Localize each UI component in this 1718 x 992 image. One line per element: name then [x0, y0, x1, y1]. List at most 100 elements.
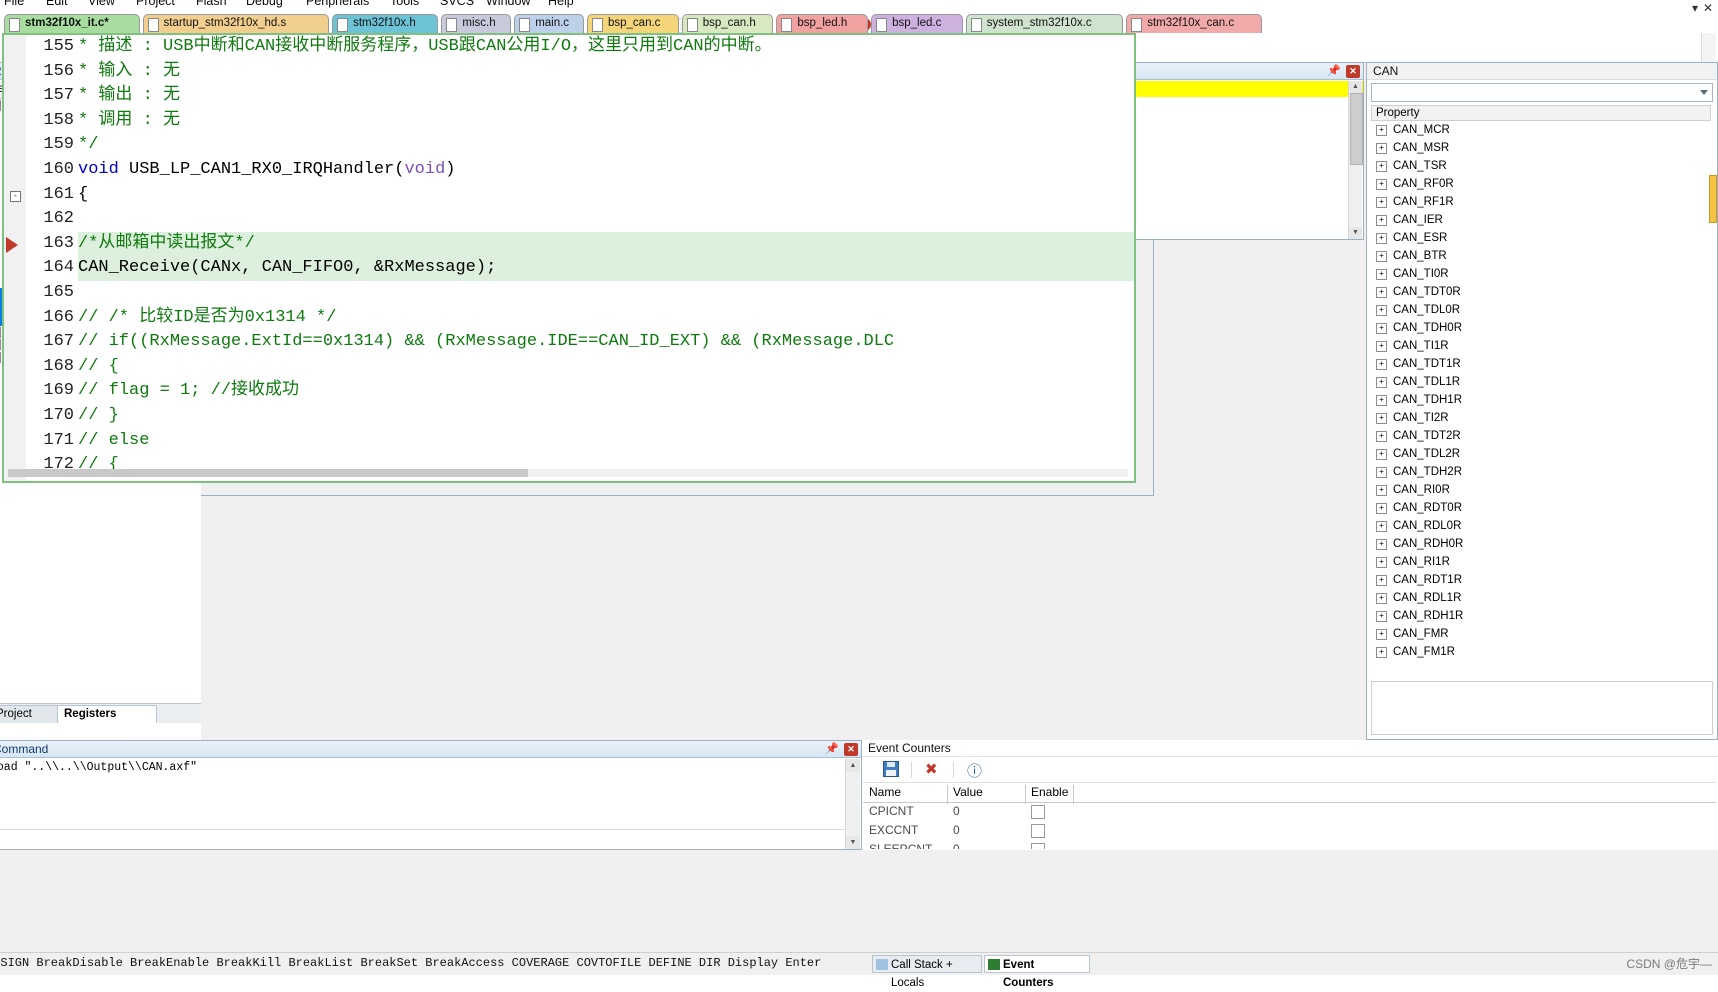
can-property-row[interactable]: + CAN_TDH1R — [1371, 391, 1711, 409]
editor-code-line[interactable]: void USB_LP_CAN1_RX0_IRQHandler(void) — [78, 158, 1134, 183]
can-property-row[interactable]: + CAN_TSR — [1371, 157, 1711, 175]
tree-expander-icon[interactable]: + — [1376, 395, 1387, 406]
scroll-up-icon[interactable]: ▲ — [846, 759, 860, 772]
editor-tab[interactable]: bsp_led.h — [776, 14, 869, 33]
editor-code-line[interactable]: * 描述 : USB中断和CAN接收中断服务程序，USB跟CAN公用I/O，这里… — [78, 35, 1134, 60]
can-property-row[interactable]: + CAN_TI1R — [1371, 337, 1711, 355]
can-property-row[interactable]: + CAN_TDL2R — [1371, 445, 1711, 463]
tree-expander-icon[interactable]: + — [1376, 287, 1387, 298]
tree-expander-icon[interactable]: + — [1376, 467, 1387, 478]
event-counters-rows[interactable]: CPICNT0EXCCNT0SLEEPCNT0LSUCNT0 — [863, 802, 1716, 849]
can-property-row[interactable]: + CAN_TI2R — [1371, 409, 1711, 427]
tree-expander-icon[interactable]: + — [1376, 611, 1387, 622]
tree-expander-icon[interactable]: + — [1376, 557, 1387, 568]
scroll-thumb[interactable] — [8, 469, 528, 477]
event-counter-row[interactable]: CPICNT 0 — [863, 802, 1716, 821]
tree-expander-icon[interactable]: + — [1376, 593, 1387, 604]
can-property-row[interactable]: + CAN_BTR — [1371, 247, 1711, 265]
event-counter-enable-checkbox[interactable] — [1031, 824, 1045, 838]
scroll-thumb[interactable] — [1350, 93, 1363, 165]
tree-expander-icon[interactable]: - — [0, 100, 1, 111]
editor-code-line[interactable]: // { — [78, 355, 1134, 380]
can-property-row[interactable]: + CAN_TI0R — [1371, 265, 1711, 283]
can-property-row[interactable]: + CAN_TDL1R — [1371, 373, 1711, 391]
close-icon[interactable]: ✕ — [1346, 65, 1360, 78]
can-property-row[interactable]: + CAN_RDL1R — [1371, 589, 1711, 607]
tree-expander-icon[interactable]: + — [1376, 449, 1387, 460]
tree-expander-icon[interactable]: + — [1376, 359, 1387, 370]
can-property-row[interactable]: + CAN_FM1R — [1371, 643, 1711, 661]
close-icon[interactable]: ✕ — [844, 743, 858, 756]
can-property-row[interactable]: + CAN_FMR — [1371, 625, 1711, 643]
editor-code-line[interactable]: // else — [78, 429, 1134, 454]
code-fold-icon[interactable]: - — [10, 190, 21, 202]
editor-tab[interactable]: bsp_can.c — [587, 14, 679, 33]
tree-expander-icon[interactable]: - — [0, 326, 1, 338]
menu-item-debug[interactable]: Debug — [246, 0, 283, 8]
editor-code-line[interactable]: * 输入 : 无 — [78, 60, 1134, 85]
tree-expander-icon[interactable]: + — [1376, 251, 1387, 262]
event-counter-enable-checkbox[interactable] — [1031, 843, 1045, 849]
editor-code-line[interactable]: // } — [78, 404, 1134, 429]
editor-tab[interactable]: bsp_can.h — [681, 14, 774, 33]
event-counter-enable-checkbox[interactable] — [1031, 805, 1045, 819]
tree-expander-icon[interactable]: - — [0, 351, 1, 363]
menu-item-help[interactable]: Help — [548, 0, 574, 8]
can-property-row[interactable]: + CAN_RDL0R — [1371, 517, 1711, 535]
tree-expander-icon[interactable]: + — [1376, 323, 1387, 334]
command-scrollbar[interactable]: ▲ ▼ — [845, 759, 860, 849]
editor-tab[interactable]: startup_stm32f10x_hd.s — [142, 14, 330, 33]
close-icon[interactable]: ✕ — [1703, 1, 1713, 15]
can-property-row[interactable]: + CAN_RDH1R — [1371, 607, 1711, 625]
event-counter-row[interactable]: EXCCNT 0 — [863, 821, 1716, 840]
can-property-row[interactable]: + CAN_RI0R — [1371, 481, 1711, 499]
tree-expander-icon[interactable]: + — [1376, 647, 1387, 658]
tree-expander-icon[interactable]: - — [0, 339, 1, 351]
chevron-down-icon[interactable]: ▾ — [1692, 1, 1698, 15]
can-property-row[interactable]: + CAN_RDT0R — [1371, 499, 1711, 517]
clear-icon[interactable]: ✖ — [925, 760, 938, 778]
editor-code-line[interactable]: /*从邮箱中读出报文*/ — [78, 231, 1134, 257]
can-property-row[interactable]: + CAN_MCR — [1371, 121, 1711, 139]
breakpoint-arrow-icon[interactable] — [6, 236, 18, 253]
menu-item-peripherals[interactable]: Peripherals — [306, 0, 369, 8]
scroll-down-icon[interactable]: ▼ — [846, 836, 860, 849]
menu-item-tools[interactable]: Tools — [390, 0, 419, 8]
tree-expander-icon[interactable]: + — [1376, 233, 1387, 244]
vertical-tab-handle[interactable] — [1709, 175, 1717, 223]
tree-expander-icon[interactable]: + — [1376, 305, 1387, 316]
can-property-row[interactable]: + CAN_TDT0R — [1371, 283, 1711, 301]
can-property-row[interactable]: + CAN_RF1R — [1371, 193, 1711, 211]
editor-code-line[interactable]: // if((RxMessage.ExtId==0x1314) && (RxMe… — [78, 330, 1134, 355]
tab-call-stack-locals[interactable]: Call Stack + Locals — [872, 955, 982, 989]
tab-registers[interactable]: Registers — [57, 705, 157, 723]
tree-expander-icon[interactable]: + — [1376, 539, 1387, 550]
tree-expander-icon[interactable]: + — [1376, 377, 1387, 388]
tree-expander-icon[interactable]: + — [1376, 629, 1387, 640]
editor-code-line[interactable]: */ — [78, 133, 1134, 158]
scroll-down-icon[interactable]: ▼ — [1349, 227, 1362, 239]
editor-tab-strip[interactable]: stm32f10x_it.c* startup_stm32f10x_hd.s stm… — [0, 14, 1262, 34]
menu-item-svcs[interactable]: SVCS — [440, 0, 474, 8]
scroll-up-icon[interactable]: ▲ — [1349, 81, 1362, 93]
disassembly-scrollbar[interactable]: ▲ ▼ — [1348, 81, 1363, 239]
tab-event-counters[interactable]: Event Counters — [984, 955, 1090, 989]
editor-tab[interactable]: bsp_led.c — [871, 14, 963, 33]
can-property-row[interactable]: + CAN_IER — [1371, 211, 1711, 229]
editor-tab[interactable]: stm32f10x_can.c — [1126, 14, 1262, 33]
command-input[interactable] — [0, 829, 845, 848]
can-property-row[interactable]: + CAN_MSR — [1371, 139, 1711, 157]
menu-item-view[interactable]: View — [88, 0, 115, 8]
tree-expander-icon[interactable]: + — [1376, 179, 1387, 190]
editor-tab[interactable]: stm32f10x.h — [332, 14, 439, 33]
can-register-selector[interactable] — [1371, 83, 1713, 102]
can-property-row[interactable]: + CAN_TDH0R — [1371, 319, 1711, 337]
tree-expander-icon[interactable]: + — [1376, 143, 1387, 154]
editor-tab[interactable]: system_stm32f10x.c — [965, 14, 1124, 33]
can-property-row[interactable]: + CAN_RF0R — [1371, 175, 1711, 193]
can-property-row[interactable]: + CAN_TDH2R — [1371, 463, 1711, 481]
tree-expander-icon[interactable]: + — [1376, 413, 1387, 424]
editor-tab[interactable]: misc.h — [441, 14, 512, 33]
menu-item-project[interactable]: Project — [136, 0, 175, 8]
can-property-list[interactable]: + CAN_MCR + CAN_MSR + CAN_TSR + CAN_RF0R + CAN_RF… — [1371, 121, 1711, 681]
